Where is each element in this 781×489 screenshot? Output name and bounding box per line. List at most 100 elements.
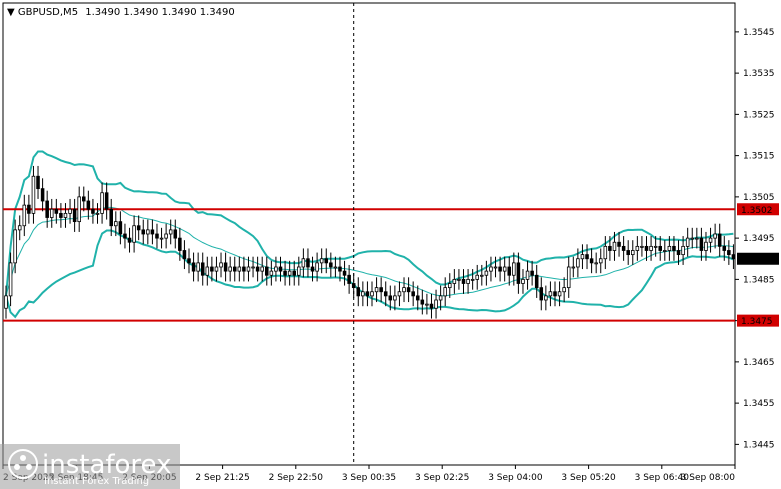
candle-body <box>123 233 127 239</box>
x-tick-label: 2 Sep 21:25 <box>195 473 249 483</box>
candle-body <box>265 266 269 276</box>
candle-body <box>214 266 219 272</box>
candle-body <box>548 291 553 297</box>
candle-body <box>232 266 237 272</box>
y-tick-label: 1.3525 <box>743 110 775 120</box>
y-tick-label: 1.3515 <box>743 152 775 162</box>
candle-body <box>672 245 676 251</box>
candle-body <box>333 266 338 269</box>
candle-body <box>86 200 91 210</box>
candle-body <box>63 212 68 218</box>
candle-body <box>4 295 8 309</box>
candle-body <box>420 299 425 305</box>
candle-body <box>429 303 434 309</box>
candle-body <box>173 229 178 239</box>
candle-body <box>196 262 200 272</box>
candle-body <box>159 237 164 240</box>
candle-body <box>59 212 63 218</box>
candle-body <box>402 287 406 293</box>
candle-body <box>658 245 662 251</box>
candle-body <box>516 262 521 284</box>
y-tick-label: 1.3495 <box>743 234 775 244</box>
dropdown-triangle-icon[interactable]: ▼ <box>7 7 18 18</box>
candle-body <box>379 287 383 293</box>
candle-body <box>617 241 621 247</box>
candle-body <box>507 266 512 276</box>
candle-body <box>576 258 580 268</box>
candle-body <box>168 229 173 235</box>
candle-body <box>72 208 77 223</box>
candle-body <box>49 208 54 218</box>
candle-body <box>493 266 498 269</box>
candle-body <box>695 237 699 240</box>
candle-body <box>40 188 45 202</box>
candle-body <box>287 270 292 276</box>
candle-body <box>612 241 617 251</box>
candle-body <box>598 258 603 264</box>
candle-body <box>114 221 118 227</box>
candle-body <box>635 245 640 251</box>
candle-body <box>278 266 283 272</box>
candle-body <box>676 250 681 256</box>
candle-body <box>434 299 438 309</box>
candle-body <box>539 287 544 301</box>
candle-body <box>118 221 123 235</box>
candle-body <box>136 225 141 231</box>
candle-body <box>557 291 562 297</box>
candle-body <box>717 233 722 247</box>
ohlc-values: 1.3490 1.3490 1.3490 1.3490 <box>85 7 235 18</box>
candle-body <box>470 278 475 281</box>
candle-body <box>525 270 530 280</box>
candle-body <box>708 237 713 243</box>
candle-body <box>466 278 470 284</box>
candle-body <box>205 266 210 276</box>
candle-body <box>566 266 571 289</box>
candle-body <box>411 291 415 297</box>
candle-body <box>544 295 548 301</box>
candle-body <box>338 266 342 272</box>
candle-body <box>530 270 534 276</box>
candle-body <box>727 250 731 256</box>
candle-body <box>91 208 95 214</box>
x-tick-label: 3 Sep 05:20 <box>561 473 616 483</box>
candle-body <box>457 278 461 281</box>
y-tick-label: 1.3545 <box>743 28 775 38</box>
candle-body <box>164 233 168 239</box>
y-tick-label: 1.3485 <box>743 275 775 285</box>
candle-body <box>347 274 351 284</box>
candle-body <box>242 266 246 272</box>
chart-header: ▼ GBPUSD,M5 1.3490 1.3490 1.3490 1.3490 <box>7 7 235 18</box>
candle-body <box>722 245 727 251</box>
candle-body <box>54 208 59 214</box>
candle-body <box>306 258 310 268</box>
candle-body <box>237 266 242 272</box>
candle-body <box>640 245 644 248</box>
candle-body <box>274 266 278 272</box>
candle-body <box>36 175 40 190</box>
x-tick-label: 3 Sep 08:00 <box>681 473 736 483</box>
watermark-tagline: Instant Forex Trading <box>44 476 149 487</box>
candle-body <box>512 262 516 276</box>
candle-body <box>210 266 214 272</box>
candle-body <box>365 291 370 297</box>
candle-body <box>223 262 228 272</box>
candle-body <box>31 175 36 214</box>
candle-body <box>283 270 287 276</box>
candle-body <box>699 237 704 251</box>
candle-body <box>461 278 466 284</box>
candle-body <box>178 237 182 251</box>
candle-body <box>68 208 72 214</box>
candle-body <box>415 295 420 301</box>
candle-body <box>663 250 667 252</box>
candle-body <box>397 291 402 297</box>
candle-body <box>370 291 374 297</box>
current-price-label: 1.3490 <box>741 255 773 265</box>
level-price-label: 1.3475 <box>741 317 773 327</box>
candle-body <box>132 225 136 243</box>
candle-body <box>356 287 361 297</box>
candle-body <box>644 245 649 251</box>
candle-body <box>585 254 589 260</box>
price-chart[interactable]: 1.3545 1.3535 1.3525 1.3515 1.3505 1.3495 1.34… <box>0 0 781 489</box>
candle-body <box>342 270 347 276</box>
plot-area[interactable] <box>2 2 736 466</box>
